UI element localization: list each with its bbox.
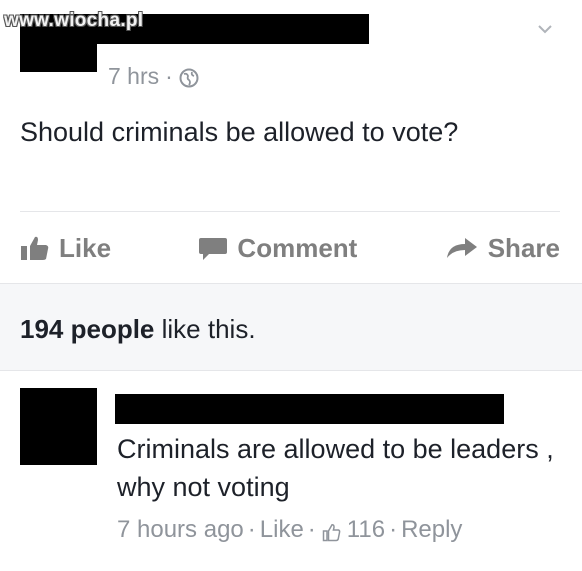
meta-separator: · xyxy=(165,63,173,89)
comment-icon xyxy=(198,235,228,261)
post-time[interactable]: 7 hrs xyxy=(108,63,159,90)
watermark: www.wiocha.pl xyxy=(4,10,144,31)
post-meta: 7 hrs · xyxy=(108,63,199,90)
likes-count-link[interactable]: 194 people xyxy=(20,314,154,344)
like-icon xyxy=(20,235,50,261)
comment-like-link[interactable]: Like xyxy=(260,516,304,544)
comment-text: Criminals are allowed to be leaders , wh… xyxy=(117,434,554,502)
comment-time[interactable]: 7 hours ago xyxy=(117,516,244,544)
share-label: Share xyxy=(487,232,560,263)
globe-icon[interactable] xyxy=(179,67,199,87)
like-label: Like xyxy=(59,232,112,263)
post-actions: Like Comment Share xyxy=(20,228,560,268)
comment-label: Comment xyxy=(237,232,358,263)
comment-like-count[interactable]: 116 xyxy=(347,516,385,544)
like-button[interactable]: Like xyxy=(20,233,111,264)
commenter-name-redacted[interactable] xyxy=(115,394,504,424)
comment-meta: 7 hours ago · Like · 116 · Reply xyxy=(117,516,462,544)
post-text: Should criminals be allowed to vote? xyxy=(20,117,459,147)
comment-sep: · xyxy=(247,516,256,543)
divider xyxy=(20,211,560,212)
commenter-avatar-redacted[interactable] xyxy=(20,388,97,465)
chevron-down-icon[interactable] xyxy=(538,22,552,36)
likes-summary: 194 people like this. xyxy=(20,314,256,345)
thumbs-up-icon xyxy=(322,521,341,541)
comment-sep: · xyxy=(307,516,316,543)
comment-sep: · xyxy=(389,516,398,543)
share-arrow-icon xyxy=(445,235,479,261)
comment-reply-link[interactable]: Reply xyxy=(401,516,462,544)
comment-button[interactable]: Comment xyxy=(198,233,357,264)
likes-suffix: like this. xyxy=(154,314,256,344)
share-button[interactable]: Share xyxy=(445,233,560,264)
